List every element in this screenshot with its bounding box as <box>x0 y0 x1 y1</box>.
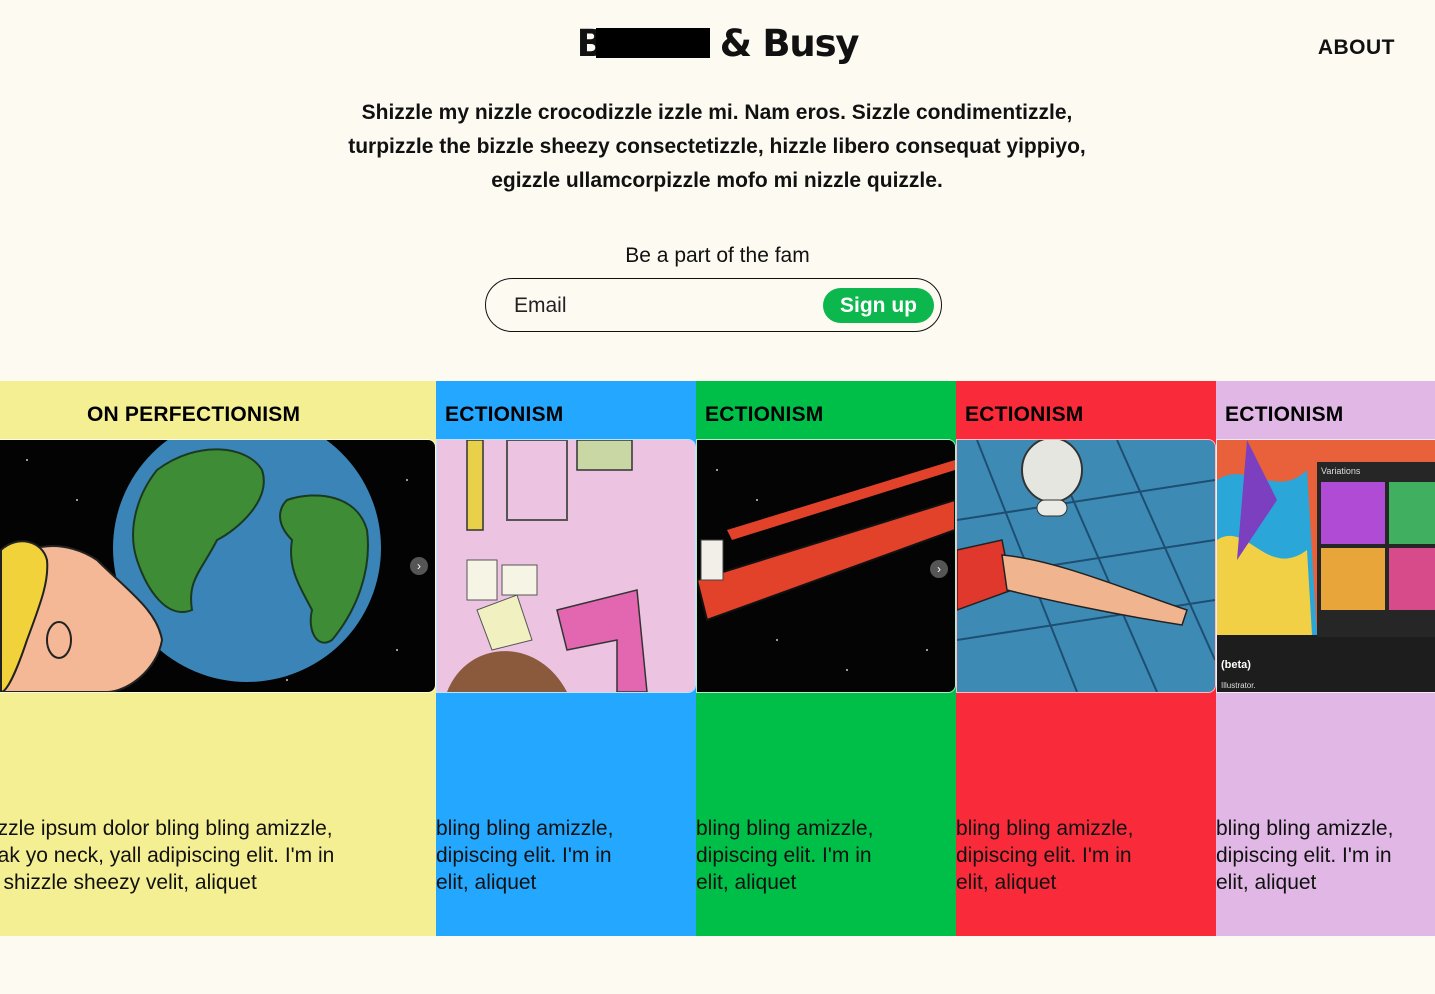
card-description-line: bling bling amizzle, <box>1216 817 1394 840</box>
email-input[interactable] <box>512 291 796 321</box>
card-description-line: bling bling amizzle, <box>696 817 874 840</box>
chevron-right-icon[interactable]: › <box>930 560 948 578</box>
card-description: bling bling amizzle, dipiscing elit. I'm… <box>956 815 1133 896</box>
card-description-line: dipiscing elit. I'm in <box>956 844 1132 867</box>
card-description-line: elit, aliquet <box>696 871 797 894</box>
article-card[interactable]: ECTIONISM bling bling amizzle, dipiscing… <box>436 381 706 936</box>
image-variations-label: Variations <box>1321 466 1361 476</box>
card-image: Variations (beta) Illustrator. <box>1216 439 1435 693</box>
man-kissing-earth-illustration <box>0 440 435 692</box>
brand-text-end: & Busy <box>719 22 860 65</box>
card-description-line: elit, aliquet <box>956 871 1057 894</box>
card-description-line: dipiscing elit. I'm in <box>1216 844 1392 867</box>
card-description: bling bling amizzle, dipiscing elit. I'm… <box>1216 815 1393 896</box>
about-link[interactable]: ABOUT <box>1318 36 1395 60</box>
image-beta-label: (beta) <box>1221 659 1251 671</box>
card-title: ECTIONISM <box>445 403 564 426</box>
card-description-line: dipiscing elit. I'm in <box>696 844 872 867</box>
sign-up-button[interactable]: Sign up <box>823 288 934 323</box>
card-description-line: elit, aliquet <box>1216 871 1317 894</box>
card-image <box>0 439 436 693</box>
pink-room-illustration <box>437 440 695 692</box>
article-carousel: ON PERFECTIONISM › rizzle ipsum dolor bl… <box>0 381 1435 936</box>
chevron-right-icon[interactable]: › <box>410 557 428 575</box>
card-description-line: dipiscing elit. I'm in <box>436 844 612 867</box>
card-description-line: e shizzle sheezy velit, aliquet <box>0 871 257 894</box>
card-description-line: bling bling amizzle, <box>956 817 1134 840</box>
person-by-fan-illustration <box>957 440 1215 692</box>
card-image <box>436 439 696 693</box>
intro-text: Shizzle my nizzle crocodizzle izzle mi. … <box>348 101 1086 192</box>
article-card[interactable]: ON PERFECTIONISM › rizzle ipsum dolor bl… <box>0 381 446 936</box>
card-description: rizzle ipsum dolor bling bling amizzle, … <box>0 815 334 896</box>
card-description-line: bling bling amizzle, <box>436 817 614 840</box>
card-title: ON PERFECTIONISM <box>87 403 301 426</box>
card-description: bling bling amizzle, dipiscing elit. I'm… <box>696 815 873 896</box>
card-title: ECTIONISM <box>705 403 824 426</box>
brand-logo[interactable]: B & Busy <box>0 22 1435 65</box>
card-image <box>956 439 1216 693</box>
card-image <box>696 439 956 693</box>
site-header: B & Busy ABOUT <box>0 0 1435 90</box>
card-description-line: elit, aliquet <box>436 871 537 894</box>
card-description: bling bling amizzle, dipiscing elit. I'm… <box>436 815 613 896</box>
article-card[interactable]: ECTIONISM › bling bling amizzle, dipisci… <box>696 381 966 936</box>
toothbrush-space-illustration <box>697 440 955 692</box>
signup-form: Sign up <box>485 278 942 332</box>
card-title: ECTIONISM <box>1225 403 1344 426</box>
card-description-line: rizzle ipsum dolor bling bling amizzle, <box>0 817 333 840</box>
card-title: ECTIONISM <box>965 403 1084 426</box>
colorful-variations-illustration: Variations (beta) Illustrator. <box>1217 440 1435 692</box>
card-description-line: eak yo neck, yall adipiscing elit. I'm i… <box>0 844 335 867</box>
signup-heading: Be a part of the fam <box>625 244 810 267</box>
brand-redaction <box>595 28 710 58</box>
article-card[interactable]: ECTIONISM bling bling amizzle, dipiscing… <box>956 381 1226 936</box>
article-card[interactable]: ECTIONISM Variations (beta) Illustrator.… <box>1216 381 1435 936</box>
image-illustrator-label: Illustrator. <box>1221 681 1256 690</box>
